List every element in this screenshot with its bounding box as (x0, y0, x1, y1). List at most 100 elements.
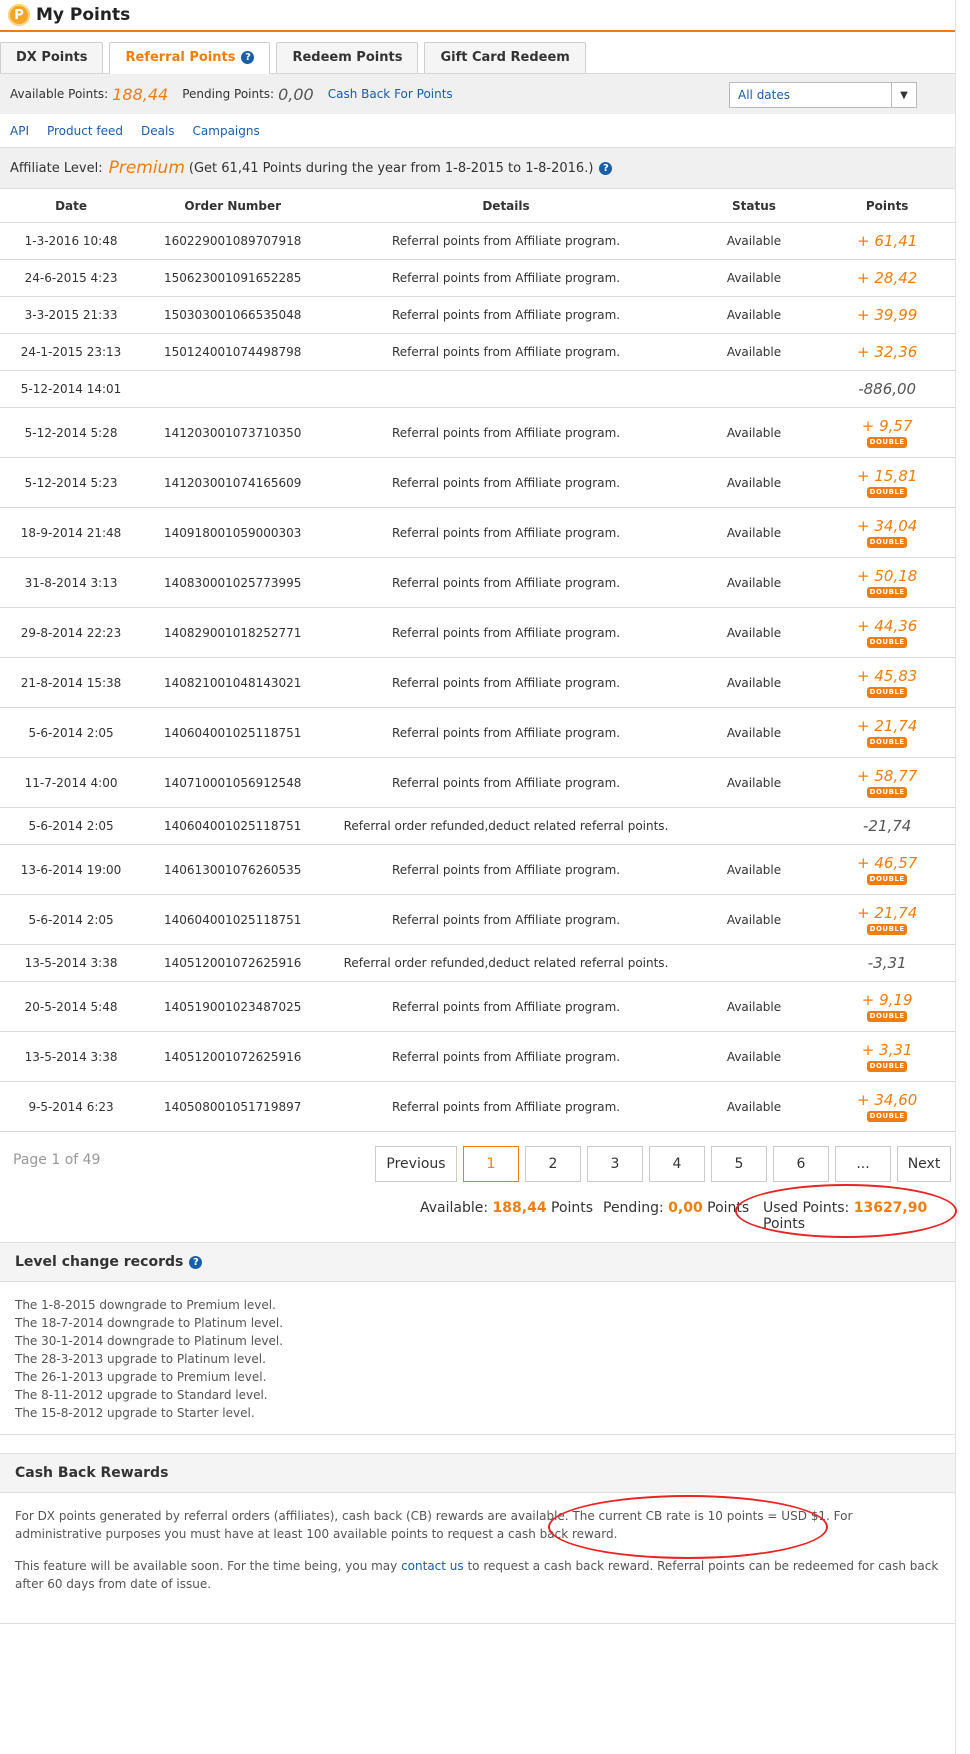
affiliate-level-value: Premium (108, 158, 185, 178)
row-status: Available (688, 222, 820, 260)
row-status: Available (688, 757, 820, 808)
row-date: 20-5-2014 5:48 (0, 981, 143, 1032)
row-date: 18-9-2014 21:48 (0, 507, 143, 558)
row-order-number: 141203001074165609 (142, 457, 324, 508)
page-buttons: Previous 1 2 3 4 5 6 ... Next (369, 1146, 951, 1182)
row-details: Referral points from Affiliate program. (323, 844, 689, 895)
tab-referral-points[interactable]: Referral Points? (109, 42, 271, 74)
double-badge: DOUBLE (867, 874, 908, 885)
row-details: Referral points from Affiliate program. (323, 557, 689, 608)
tab-bar: DX Points Referral Points? Redeem Points… (0, 32, 955, 74)
page-button-3[interactable]: 3 (587, 1146, 643, 1182)
row-details: Referral points from Affiliate program. (323, 894, 689, 945)
row-points: + 28,42 (819, 259, 955, 297)
points-logo-icon: P (8, 4, 30, 26)
row-date: 5-6-2014 2:05 (0, 807, 143, 845)
table-row: 13-5-2014 3:38 140512001072625916 Referral… (0, 944, 955, 982)
row-details: Referral points from Affiliate program. (323, 457, 689, 508)
row-status (688, 370, 820, 408)
row-status: Available (688, 1031, 820, 1082)
link-deals[interactable]: Deals (141, 124, 175, 138)
page-button-5[interactable]: 5 (711, 1146, 767, 1182)
column-header-status: Status (688, 189, 820, 223)
table-row: 24-1-2015 23:13 150124001074498798 Referra… (0, 333, 955, 371)
row-order-number: 140918001059000303 (142, 507, 324, 558)
row-order-number: 140512001072625916 (142, 944, 324, 982)
page-button-6[interactable]: 6 (773, 1146, 829, 1182)
cash-back-header: Cash Back Rewards (0, 1453, 955, 1493)
available-points-label: Available Points: (10, 87, 109, 101)
row-points-value: + 46,57 (857, 854, 918, 872)
row-date: 5-12-2014 5:28 (0, 407, 143, 458)
row-details: Referral points from Affiliate program. (323, 707, 689, 758)
row-points: + 3,31 DOUBLE (819, 1031, 955, 1082)
cash-back-body: For DX points generated by referral orde… (0, 1493, 955, 1624)
help-icon[interactable]: ? (599, 161, 613, 175)
row-points-value: + 39,99 (857, 306, 918, 324)
row-order-number: 150623001091652285 (142, 259, 324, 297)
row-details: Referral points from Affiliate program. (323, 259, 689, 297)
row-order-number: 140604001025118751 (142, 707, 324, 758)
table-row: 5-12-2014 5:23 141203001074165609 Referral… (0, 457, 955, 508)
summary-available-unit: Points (551, 1200, 594, 1216)
row-order-number: 140830001025773995 (142, 557, 324, 608)
row-points-value: + 28,42 (857, 269, 918, 287)
row-date: 13-6-2014 19:00 (0, 844, 143, 895)
date-filter-value: All dates (738, 88, 791, 102)
double-badge: DOUBLE (867, 1111, 908, 1122)
row-date: 5-12-2014 5:23 (0, 457, 143, 508)
row-points: + 39,99 (819, 296, 955, 334)
contact-us-link[interactable]: contact us (401, 1559, 464, 1573)
row-order-number: 140604001025118751 (142, 894, 324, 945)
row-order-number: 150124001074498798 (142, 333, 324, 371)
next-page-button[interactable]: Next (897, 1146, 951, 1182)
row-order-number: 140508001051719897 (142, 1081, 324, 1132)
chevron-down-icon[interactable]: ▼ (891, 83, 916, 107)
tab-redeem-points[interactable]: Redeem Points (276, 42, 419, 73)
row-points-value: + 15,81 (857, 467, 918, 485)
page-button-2[interactable]: 2 (525, 1146, 581, 1182)
pagination: Page 1 of 49 Previous 1 2 3 4 5 6 ... Ne… (0, 1132, 955, 1192)
date-filter-select[interactable]: All dates ▼ (729, 82, 917, 108)
sub-links: API Product feed Deals Campaigns (0, 114, 955, 148)
row-points: + 61,41 (819, 222, 955, 260)
help-icon[interactable]: ? (241, 51, 255, 64)
link-campaigns[interactable]: Campaigns (193, 124, 260, 138)
double-badge: DOUBLE (867, 737, 908, 748)
row-status: Available (688, 296, 820, 334)
tab-dx-points[interactable]: DX Points (0, 42, 104, 73)
link-api[interactable]: API (10, 124, 29, 138)
page-button-ellipsis[interactable]: ... (835, 1146, 891, 1182)
table-row: 13-5-2014 3:38 140512001072625916 Referral… (0, 1031, 955, 1082)
row-points: -3,31 (819, 944, 955, 982)
table-row: 5-6-2014 2:05 140604001025118751 Referral … (0, 707, 955, 758)
row-points-value: + 34,04 (857, 517, 918, 535)
table-header-row: Date Order Number Details Status Points (0, 189, 955, 223)
tab-gift-card-redeem[interactable]: Gift Card Redeem (424, 42, 586, 73)
row-points-value: + 21,74 (857, 904, 918, 922)
link-product-feed[interactable]: Product feed (47, 124, 123, 138)
row-details: Referral order refunded,deduct related r… (323, 944, 689, 982)
red-annotation-circle (735, 1184, 957, 1238)
row-points-value: -21,74 (862, 817, 912, 835)
summary-pending-label: Pending: (603, 1200, 664, 1216)
row-points-value: + 44,36 (857, 617, 918, 635)
double-badge: DOUBLE (867, 587, 908, 598)
affiliate-level-label: Affiliate Level: (10, 160, 103, 176)
row-points: + 44,36 DOUBLE (819, 607, 955, 658)
page-button-1[interactable]: 1 (463, 1146, 519, 1182)
row-details: Referral points from Affiliate program. (323, 407, 689, 458)
cash-back-link[interactable]: Cash Back For Points (328, 87, 453, 101)
affiliate-level-note: (Get 61,41 Points during the year from 1… (188, 160, 594, 176)
row-points-value: + 32,36 (857, 343, 918, 361)
row-date: 21-8-2014 15:38 (0, 657, 143, 708)
previous-page-button[interactable]: Previous (375, 1146, 457, 1182)
row-order-number: 140604001025118751 (142, 807, 324, 845)
help-icon[interactable]: ? (189, 1255, 203, 1269)
double-badge: DOUBLE (867, 537, 908, 548)
column-header-details: Details (323, 189, 689, 223)
page: P My Points DX Points Referral Points? R… (0, 0, 957, 1754)
page-button-4[interactable]: 4 (649, 1146, 705, 1182)
row-status: Available (688, 1081, 820, 1132)
row-order-number: 160229001089707918 (142, 222, 324, 260)
